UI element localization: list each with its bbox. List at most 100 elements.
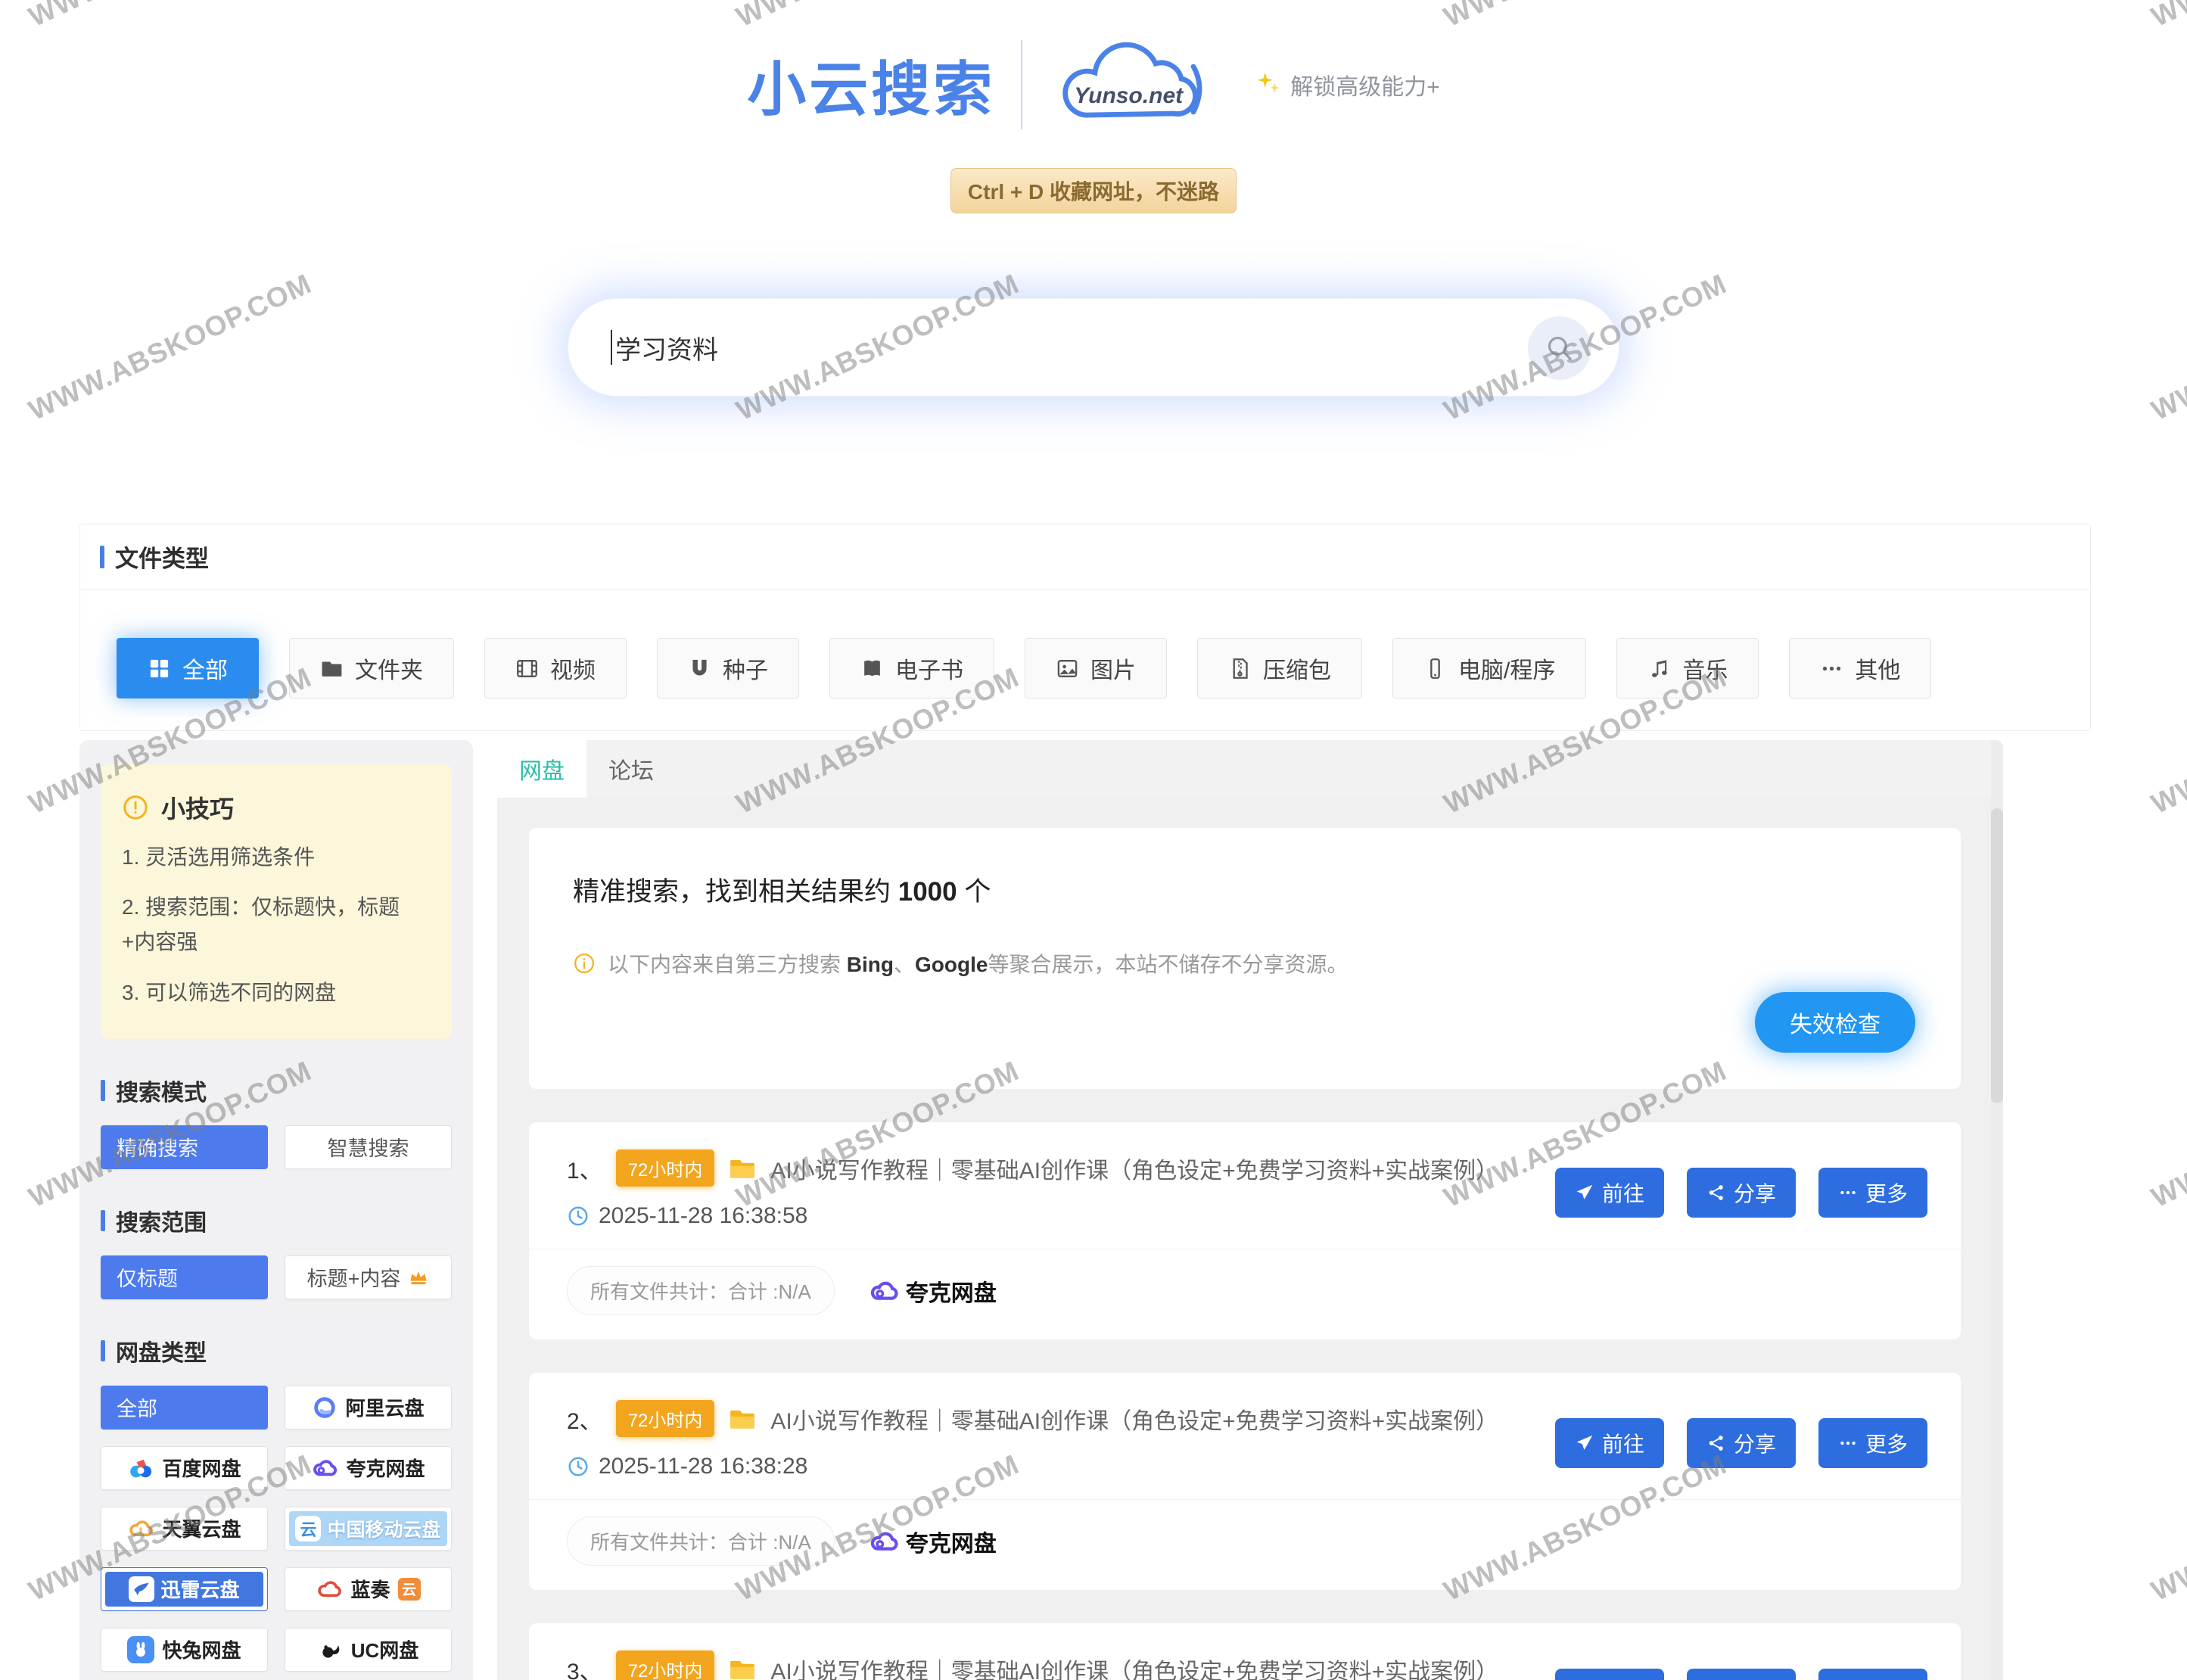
disk-type-title: 网盘类型 [116,1334,207,1367]
source-quark-logo[interactable]: 夸克网盘 [868,1274,997,1308]
more-button[interactable]: 更多 [1818,1669,1927,1680]
source-name: 夸克网盘 [906,1525,997,1558]
tab-folder[interactable]: 文件夹 [289,638,454,698]
tab-software[interactable]: 电脑/程序 [1392,638,1586,698]
bookmark-tip-badge: Ctrl + D 收藏网址，不迷路 [950,168,1237,213]
notice-sep: 、 [894,953,915,976]
search-button[interactable] [1528,316,1591,380]
button-label: 分享 [1734,1178,1776,1208]
file-type-title-text: 文件类型 [115,540,209,574]
disk-baidu[interactable]: 百度网盘 [101,1446,268,1490]
option-label: 精确搜索 [117,1132,198,1162]
result-title-link[interactable]: AI小说写作教程｜零基础AI创作课（角色设定+免费学习资料+实战案例） [770,1653,1498,1680]
freshness-badge: 72小时内 [616,1650,715,1680]
share-button[interactable]: 分享 [1687,1418,1796,1468]
tab-label: 全部 [182,652,228,685]
option-label: 迅雷云盘 [160,1575,239,1603]
result-count: 1000 [898,877,957,907]
tab-forum[interactable]: 论坛 [586,740,676,798]
scrollbar-thumb[interactable] [1991,808,2003,1103]
result-item-1: 1、 72小时内 AI小说写作教程｜零基础AI创作课（角色设定+免费学习资料+实… [529,1122,1961,1339]
mobile-cloud-icon: 云 [295,1516,321,1542]
title-accent-bar [100,546,104,568]
option-title-content[interactable]: 标题+内容 [285,1255,452,1299]
tab-other[interactable]: 其他 [1789,638,1931,698]
heading-accent-bar [101,1340,105,1361]
option-title-only[interactable]: 仅标题 [101,1255,268,1299]
tab-ebook[interactable]: 电子书 [829,638,994,698]
disk-quark[interactable]: 夸克网盘 [285,1446,452,1490]
option-smart-search[interactable]: 智慧搜索 [285,1125,452,1169]
aliyun-drive-icon [312,1395,338,1420]
site-header: 小云搜索 Yunso.net 解锁高级能力+ [0,0,2187,213]
share-button[interactable]: 分享 [1687,1669,1796,1680]
tab-video[interactable]: 视频 [484,638,627,698]
more-button[interactable]: 更多 [1818,1168,1927,1218]
tip-item: 1. 灵活选用筛选条件 [122,840,431,875]
tab-music[interactable]: 音乐 [1616,638,1759,698]
baidu-pan-icon [127,1454,154,1482]
more-dots-icon [1838,1433,1858,1453]
squirrel-icon [318,1637,344,1663]
validity-check-button[interactable]: 失效检查 [1755,992,1915,1053]
search-scope-heading: 搜索范围 [101,1204,452,1237]
quark-pan-icon [311,1454,338,1482]
paper-plane-icon [1575,1183,1594,1202]
freshness-badge: 72小时内 [616,1150,715,1187]
summary-panel: 精准搜索，找到相关结果约 1000 个 以下内容来自第三方搜索 Bing、Goo… [529,828,1961,1089]
search-mode-title: 搜索模式 [116,1074,207,1107]
button-label: 更多 [1865,1428,1908,1458]
tab-torrent[interactable]: 种子 [657,638,799,698]
goto-button[interactable]: 前往 [1555,1418,1664,1468]
source-quark-logo[interactable]: 夸克网盘 [868,1525,997,1558]
disk-aliyun[interactable]: 阿里云盘 [285,1386,452,1430]
results-scrollbar[interactable] [1991,740,2003,1680]
disk-lanzou[interactable]: 蓝奏 云 [285,1567,452,1611]
crown-icon [408,1267,429,1288]
disk-china-mobile[interactable]: 云 中国移动云盘 [285,1507,452,1551]
logo-divider [1021,40,1022,129]
tab-image[interactable]: 图片 [1025,638,1167,698]
more-button[interactable]: 更多 [1818,1418,1927,1468]
rabbit-icon [127,1636,154,1663]
disk-uc[interactable]: UC网盘 [285,1628,452,1672]
disk-xunlei[interactable]: 迅雷云盘 [101,1567,268,1611]
ellipsis-icon [1820,657,1843,680]
goto-button[interactable]: 前往 [1555,1669,1664,1680]
tab-label: 压缩包 [1263,652,1331,685]
result-item-2: 2、 72小时内 AI小说写作教程｜零基础AI创作课（角色设定+免费学习资料+实… [529,1373,1961,1590]
search-query-text: 学习资料 [615,329,718,366]
disk-all[interactable]: 全部 [101,1386,268,1430]
result-title-link[interactable]: AI小说写作教程｜零基础AI创作课（角色设定+免费学习资料+实战案例） [770,1402,1498,1436]
china-mobile-cloud-logo: 云 中国移动云盘 [289,1511,447,1546]
site-logo[interactable]: 小云搜索 Yunso.net [747,36,1207,133]
results-body: 精准搜索，找到相关结果约 1000 个 以下内容来自第三方搜索 Bing、Goo… [497,798,2003,1680]
tab-all[interactable]: 全部 [117,638,259,698]
search-input[interactable]: 学习资料 [568,298,1619,397]
tab-archive[interactable]: 压缩包 [1197,638,1362,698]
premium-link[interactable]: 解锁高级能力+ [1255,68,1440,101]
lanzou-yun-badge: 云 [398,1578,421,1601]
folder-icon [728,1405,757,1433]
paper-plane-icon [1575,1433,1594,1453]
music-icon [1647,657,1671,680]
tips-title: 小技巧 [161,790,234,825]
tab-label: 论坛 [608,752,654,786]
tab-label: 电子书 [895,652,963,685]
result-title-link[interactable]: AI小说写作教程｜零基础AI创作课（角色设定+免费学习资料+实战案例） [770,1152,1498,1185]
tab-label: 图片 [1090,652,1136,685]
result-actions: 前往 分享 更多 [1555,1418,1927,1468]
clock-icon [567,1205,590,1227]
goto-button[interactable]: 前往 [1555,1168,1664,1218]
tab-netdisk[interactable]: 网盘 [497,740,586,798]
option-exact-search[interactable]: 精确搜索 [101,1125,268,1169]
disk-kuaitu[interactable]: 快兔网盘 [101,1628,268,1672]
share-button[interactable]: 分享 [1687,1168,1796,1218]
search-scope-title: 搜索范围 [116,1204,207,1237]
tianyi-cloud-icon [127,1515,154,1542]
disk-tianyi[interactable]: 天翼云盘 [101,1507,268,1551]
option-label: 蓝奏 [350,1575,390,1603]
quark-cloud-icon [868,1526,900,1557]
button-label: 前往 [1602,1178,1644,1208]
image-icon [1056,657,1079,680]
